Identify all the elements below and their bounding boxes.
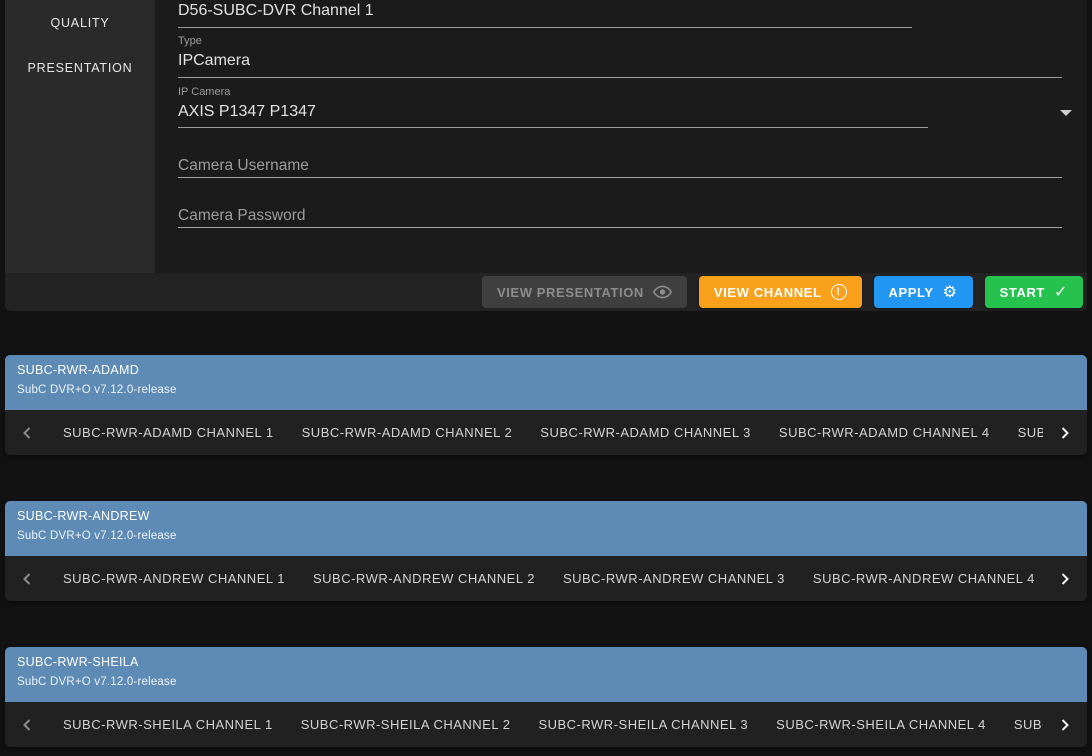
device-header[interactable]: SUBC-RWR-SHEILA SubC DVR+O v7.12.0-relea… [5, 647, 1087, 702]
apply-button[interactable]: APPLY ⚙ [874, 276, 973, 308]
chevron-left-icon [20, 572, 34, 586]
ip-camera-select-value: AXIS P1347 P1347 [178, 103, 316, 120]
type-select-value: IPCamera [178, 52, 250, 69]
channel-tab[interactable]: SUBC-RWR-ADAMD CHANNEL 4 [779, 425, 990, 440]
device-name: SUBC-RWR-ANDREW [17, 509, 1075, 523]
chevron-right-icon [1058, 572, 1072, 586]
tabs-next-button[interactable] [1043, 410, 1087, 455]
alert-circle-icon: ! [831, 284, 847, 300]
channel-tab[interactable]: SUBC-RWR-ANDREW CHANNEL 4 [813, 571, 1035, 586]
apply-label: APPLY [889, 285, 934, 300]
channel-tab[interactable]: SUBC-RWR-ADAMD CHANNEL 2 [302, 425, 513, 440]
camera-username-field[interactable]: Camera Username [178, 157, 309, 175]
start-button[interactable]: START ✓ [985, 276, 1083, 308]
ip-camera-field-label: IP Camera [178, 86, 230, 98]
chevron-left-icon [20, 718, 34, 732]
device-header[interactable]: SUBC-RWR-ANDREW SubC DVR+O v7.12.0-relea… [5, 501, 1087, 556]
channel-form: SAVE NAME Type IPCamera IP Camera AXIS P… [155, 0, 1087, 273]
camera-password-underline [178, 227, 1062, 228]
settings-sidebar: QUALITY PRESENTATION [5, 0, 155, 273]
sidebar-tab-presentation[interactable]: PRESENTATION [5, 45, 155, 90]
device-version: SubC DVR+O v7.12.0-release [17, 530, 1075, 542]
tabs-prev-button[interactable] [5, 410, 49, 455]
view-presentation-label: VIEW PRESENTATION [497, 285, 644, 300]
channel-tab[interactable]: SUBC-RWR-SHEILA CHANNEL 3 [538, 717, 748, 732]
ip-camera-select-underline [178, 127, 928, 128]
device-name: SUBC-RWR-ADAMD [17, 363, 1075, 377]
camera-password-field[interactable]: Camera Password [178, 207, 306, 225]
gear-icon: ⚙ [943, 284, 958, 300]
channel-tab[interactable]: SUBC-RWR-S [1014, 717, 1043, 732]
view-presentation-button: VIEW PRESENTATION [482, 276, 687, 308]
sidebar-tab-quality-label: QUALITY [50, 16, 109, 30]
channel-tab[interactable]: SUBC-RWR- [1018, 425, 1043, 440]
channel-name-underline [178, 27, 912, 28]
channel-tab[interactable]: SUBC-RWR-ANDREW CHANNEL 3 [563, 571, 785, 586]
chevron-right-icon [1058, 718, 1072, 732]
sidebar-tab-quality[interactable]: QUALITY [5, 0, 155, 45]
channel-tabs-strip: SUBC-RWR-ADAMD CHANNEL 1 SUBC-RWR-ADAMD … [49, 410, 1043, 455]
tabs-next-button[interactable] [1043, 702, 1087, 747]
chevron-left-icon [20, 426, 34, 440]
channel-tab[interactable]: SUBC-RWR-SHEILA CHANNEL 2 [301, 717, 511, 732]
camera-username-underline [178, 177, 1062, 178]
panel-actions-row: VIEW PRESENTATION VIEW CHANNEL ! APPLY ⚙… [5, 273, 1087, 311]
tabs-prev-button[interactable] [5, 556, 49, 601]
sidebar-tab-presentation-label: PRESENTATION [28, 61, 133, 75]
device-name: SUBC-RWR-SHEILA [17, 655, 1075, 669]
type-select[interactable]: IPCamera [178, 52, 1062, 77]
tabs-next-button[interactable] [1043, 556, 1087, 601]
channel-tab[interactable]: SUBC-RWR-ANDREW CHANNEL 1 [63, 571, 285, 586]
device-header[interactable]: SUBC-RWR-ADAMD SubC DVR+O v7.12.0-releas… [5, 355, 1087, 410]
view-channel-label: VIEW CHANNEL [714, 285, 822, 300]
channel-tab[interactable]: SUBC-RWR-ADAMD CHANNEL 3 [540, 425, 751, 440]
channel-tab[interactable]: SUBC-RWR-ADAMD CHANNEL 1 [63, 425, 274, 440]
device-version: SubC DVR+O v7.12.0-release [17, 384, 1075, 396]
device-version: SubC DVR+O v7.12.0-release [17, 676, 1075, 688]
device-card-andrew: SUBC-RWR-ANDREW SubC DVR+O v7.12.0-relea… [5, 501, 1087, 601]
ip-camera-select[interactable]: AXIS P1347 P1347 [178, 103, 928, 128]
channel-settings-panel: QUALITY PRESENTATION SAVE NAME Type IPCa… [5, 0, 1087, 311]
start-label: START [1000, 285, 1045, 300]
device-card-adamd: SUBC-RWR-ADAMD SubC DVR+O v7.12.0-releas… [5, 355, 1087, 455]
channel-tabs-row: SUBC-RWR-ANDREW CHANNEL 1 SUBC-RWR-ANDRE… [5, 556, 1087, 601]
channel-name-input[interactable] [178, 2, 908, 20]
eye-icon [653, 285, 672, 299]
view-channel-button[interactable]: VIEW CHANNEL ! [699, 276, 862, 308]
ip-camera-select-caret-icon[interactable] [1060, 110, 1072, 116]
check-icon: ✓ [1054, 284, 1068, 300]
channel-tabs-strip: SUBC-RWR-SHEILA CHANNEL 1 SUBC-RWR-SHEIL… [49, 702, 1043, 747]
tabs-prev-button[interactable] [5, 702, 49, 747]
device-card-sheila: SUBC-RWR-SHEILA SubC DVR+O v7.12.0-relea… [5, 647, 1087, 747]
channel-tabs-strip: SUBC-RWR-ANDREW CHANNEL 1 SUBC-RWR-ANDRE… [49, 556, 1043, 601]
type-select-underline [178, 77, 1062, 78]
channel-tabs-row: SUBC-RWR-SHEILA CHANNEL 1 SUBC-RWR-SHEIL… [5, 702, 1087, 747]
channel-tab[interactable]: SUBC-RWR-SHEILA CHANNEL 1 [63, 717, 273, 732]
chevron-right-icon [1058, 426, 1072, 440]
channel-tab[interactable]: SUBC-RWR-ANDREW CHANNEL 2 [313, 571, 535, 586]
channel-tabs-row: SUBC-RWR-ADAMD CHANNEL 1 SUBC-RWR-ADAMD … [5, 410, 1087, 455]
type-field-label: Type [178, 35, 202, 47]
channel-tab[interactable]: SUBC-RWR-SHEILA CHANNEL 4 [776, 717, 986, 732]
